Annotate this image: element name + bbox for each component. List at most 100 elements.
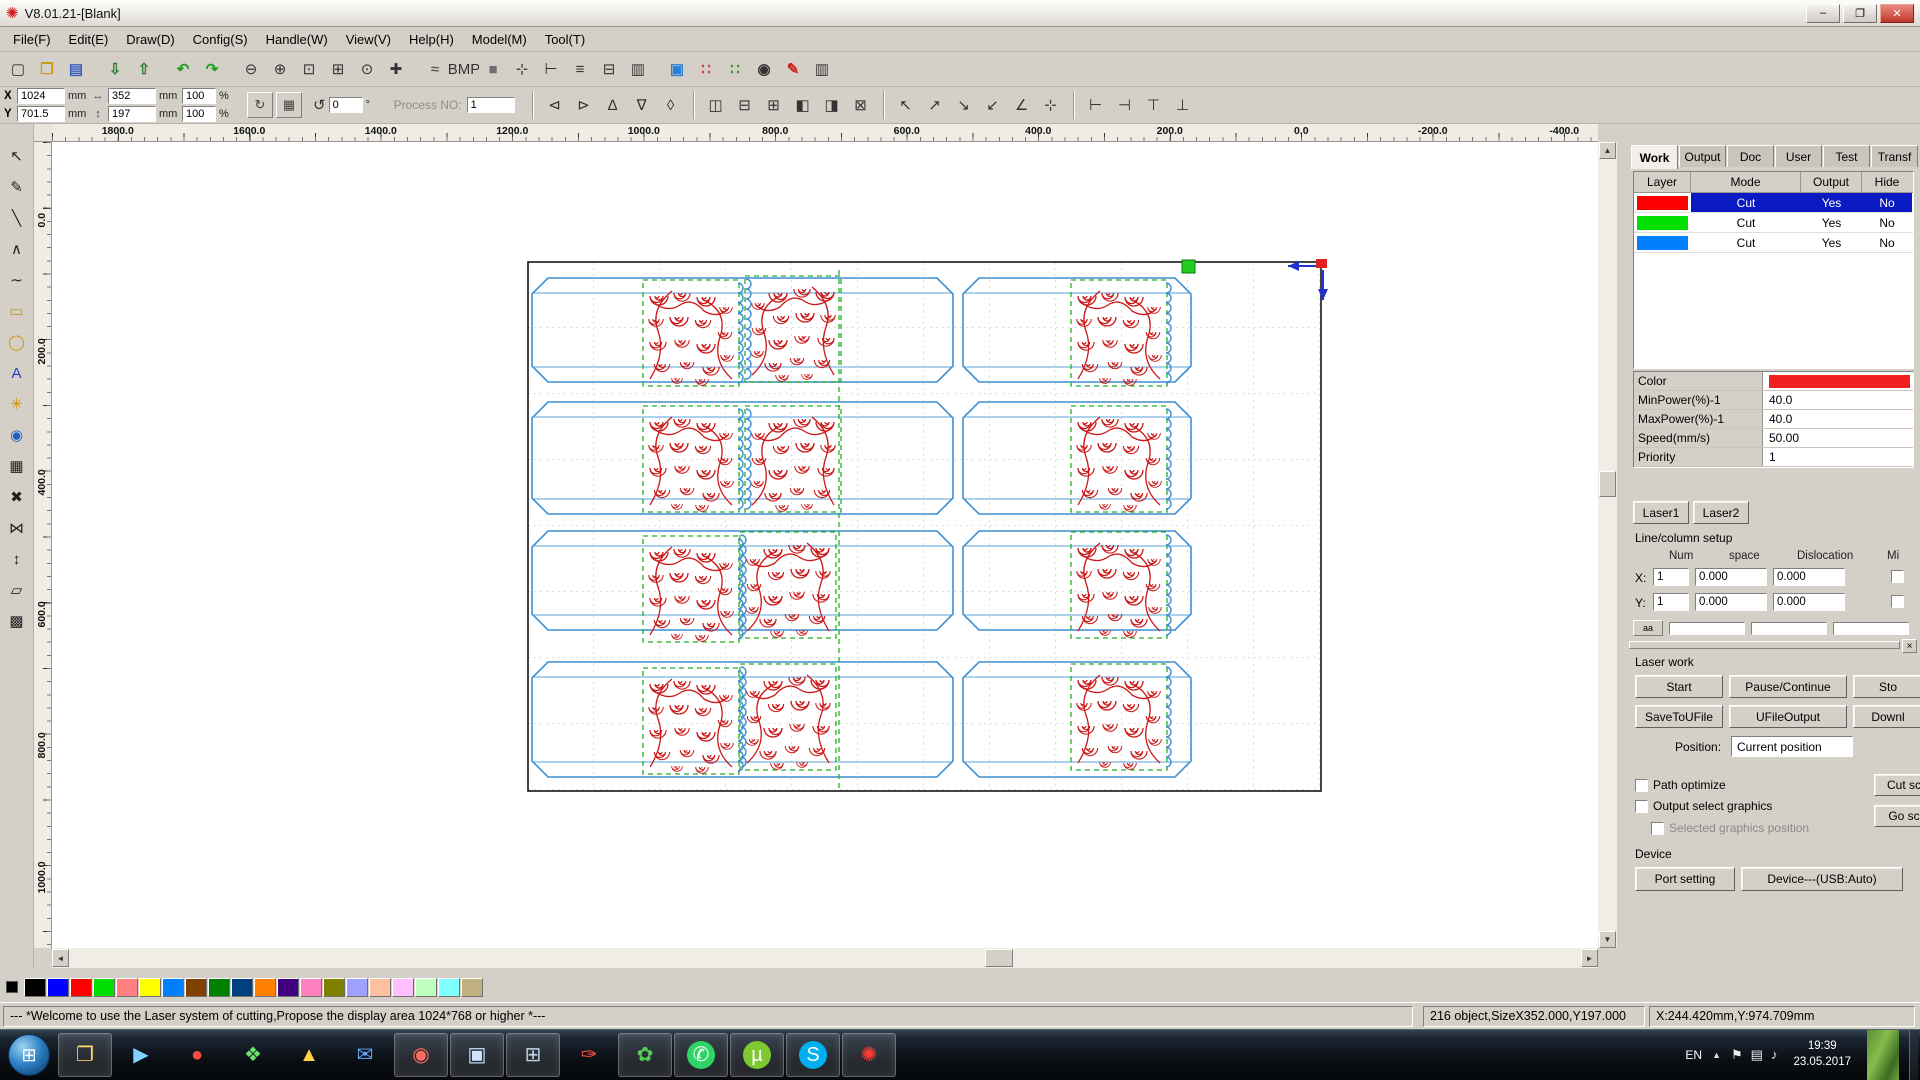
option-checkbox-row[interactable]: Output select graphics (1635, 799, 1772, 813)
delete-tool-icon[interactable]: ✖ (3, 483, 31, 511)
position-select[interactable]: Current position (1731, 736, 1853, 757)
show-direction-icon[interactable]: ⊲ (541, 91, 569, 119)
close-panel-button[interactable]: × (1902, 639, 1917, 653)
close-button[interactable]: ✕ (1880, 4, 1914, 23)
group-icon[interactable]: ◫ (702, 91, 730, 119)
cut-sc[interactable]: Cut sc (1874, 774, 1920, 796)
weld-icon[interactable]: ≡ (566, 55, 594, 83)
line-tool-icon[interactable]: ╲ (3, 204, 31, 232)
fill-tool-icon[interactable]: ■ (479, 55, 507, 83)
device-usb-auto-[interactable]: Device---(USB:Auto) (1741, 867, 1903, 891)
align-bottom-edge-icon[interactable]: ⊥ (1169, 91, 1197, 119)
tray-display-icon[interactable]: ▤ (1751, 1047, 1763, 1063)
selection-handle[interactable] (1182, 260, 1195, 273)
vertical-scrollbar[interactable]: ▲ ▼ (1598, 142, 1617, 948)
layer-hide-cell[interactable]: No (1862, 213, 1912, 232)
vertical-scroll-thumb[interactable] (1599, 471, 1616, 497)
layer-output-cell[interactable]: Yes (1801, 193, 1862, 212)
ellipse-tool-icon[interactable]: ◯ (3, 328, 31, 356)
layer-mode-cell[interactable]: Cut (1691, 193, 1801, 212)
export-icon[interactable]: ⇧ (130, 55, 158, 83)
laser1[interactable]: Laser1 (1633, 501, 1689, 524)
start[interactable]: Start (1635, 675, 1723, 698)
menu-item[interactable]: Config(S) (184, 29, 257, 50)
layer-mode-cell[interactable]: Cut (1691, 213, 1801, 232)
param-value[interactable]: 50.00 (1763, 429, 1913, 447)
mini-field[interactable] (1751, 622, 1827, 635)
color-swatch[interactable] (162, 978, 184, 997)
zoom-out-icon[interactable]: ⊖ (237, 55, 265, 83)
zoom-all-icon[interactable]: ⊞ (324, 55, 352, 83)
menu-item[interactable]: Tool(T) (536, 29, 594, 50)
open-file-icon[interactable]: ❐ (33, 55, 61, 83)
design-canvas[interactable] (52, 142, 1598, 948)
opera-browser-icon[interactable]: ● (170, 1033, 224, 1077)
menu-item[interactable]: View(V) (337, 29, 400, 50)
offset-tool-icon[interactable]: ▱ (3, 576, 31, 604)
tray-chevron-icon[interactable]: ▲ (1712, 1050, 1721, 1060)
start-button[interactable]: ⊞ (8, 1034, 50, 1076)
ungroup-icon[interactable]: ⊟ (731, 91, 759, 119)
layer-hide-cell[interactable]: No (1862, 233, 1912, 252)
lc-x-space-input[interactable] (1695, 568, 1767, 586)
array-copy-button[interactable]: ▦ (276, 92, 302, 118)
menu-item[interactable]: Handle(W) (257, 29, 337, 50)
color-swatch[interactable] (415, 978, 437, 997)
option-checkbox-row[interactable]: Selected graphics position (1651, 821, 1809, 835)
color-swatch[interactable] (185, 978, 207, 997)
smooth-curve-icon[interactable]: ◊ (657, 91, 685, 119)
trace-camera-icon[interactable]: ◉ (750, 55, 778, 83)
align-center-icon[interactable]: ⊹ (1037, 91, 1065, 119)
menu-item[interactable]: Edit(E) (60, 29, 118, 50)
leaf-app-icon[interactable]: ✿ (618, 1033, 672, 1077)
color-swatch[interactable] (323, 978, 345, 997)
menu-item[interactable]: Draw(D) (117, 29, 183, 50)
print-icon[interactable]: ⊟ (595, 55, 623, 83)
layer-color-cell[interactable] (1634, 213, 1691, 232)
align-bottom-left-icon[interactable]: ↙ (979, 91, 1007, 119)
language-indicator[interactable]: EN (1685, 1048, 1702, 1062)
menu-item[interactable]: Help(H) (400, 29, 463, 50)
checkbox-icon[interactable] (1635, 800, 1648, 813)
skype-icon[interactable]: S (786, 1033, 840, 1077)
show-desktop-button[interactable] (1909, 1030, 1918, 1080)
array-copy-tool-icon[interactable]: ▦ (3, 452, 31, 480)
import-icon[interactable]: ⇩ (101, 55, 129, 83)
lock-shape-icon[interactable]: ⊠ (847, 91, 875, 119)
save-file-icon[interactable]: ▤ (62, 55, 90, 83)
lc-y-dislocation-input[interactable] (1773, 593, 1845, 611)
color-swatch[interactable] (116, 978, 138, 997)
mirror-vertical-tool-icon[interactable]: ↕ (3, 545, 31, 573)
measure-icon[interactable]: ⊢ (537, 55, 565, 83)
transf[interactable]: Transf (1871, 145, 1918, 167)
go-sc[interactable]: Go sc (1874, 805, 1920, 827)
media-player-icon[interactable]: ▶ (114, 1033, 168, 1077)
mirror-right-icon[interactable]: ◨ (818, 91, 846, 119)
color-swatch[interactable] (208, 978, 230, 997)
align-top-edge-icon[interactable]: ⊤ (1140, 91, 1168, 119)
layer-row[interactable]: Cut Yes No (1634, 233, 1913, 253)
layer-row[interactable]: Cut Yes No (1634, 213, 1913, 233)
port-setting[interactable]: Port setting (1635, 867, 1735, 891)
x-scale-input[interactable] (182, 88, 216, 104)
downl[interactable]: Downl (1853, 705, 1920, 728)
minimize-button[interactable]: – (1806, 4, 1840, 23)
mini-tab[interactable]: aa (1633, 620, 1663, 636)
lc-y-num-input[interactable] (1653, 593, 1689, 611)
laser-marker-app-icon[interactable]: ✑ (562, 1033, 616, 1077)
checkbox-icon[interactable] (1651, 822, 1664, 835)
drawing-canvas[interactable] (52, 142, 1598, 948)
simulate-output-icon[interactable]: ∷ (692, 55, 720, 83)
x-position-input[interactable] (17, 88, 65, 104)
color-swatch[interactable] (24, 978, 46, 997)
select-tool-icon[interactable]: ↖ (3, 142, 31, 170)
new-file-icon[interactable]: ▢ (4, 55, 32, 83)
param-value[interactable]: 40.0 (1763, 410, 1913, 428)
panel-toggle-icon[interactable]: ▥ (808, 55, 836, 83)
color-swatch[interactable] (277, 978, 299, 997)
utorrent-icon[interactable]: µ (730, 1033, 784, 1077)
array-grid-tool-icon[interactable]: ▩ (3, 607, 31, 635)
lc-y-mirror-checkbox[interactable] (1891, 595, 1904, 608)
align-angle-icon[interactable]: ∠ (1008, 91, 1036, 119)
horizontal-scrollbar[interactable]: ◄ ► (52, 948, 1598, 968)
